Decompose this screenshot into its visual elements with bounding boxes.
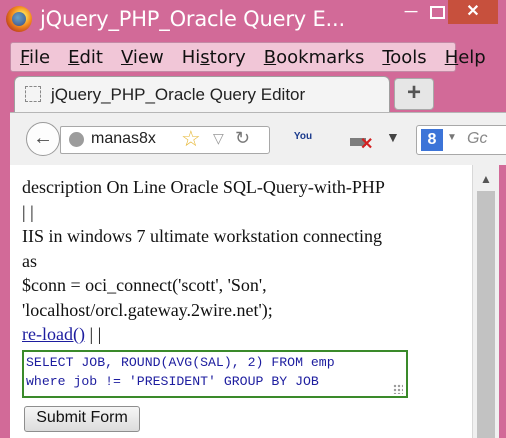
url-text: manas8x <box>91 130 156 147</box>
menu-history[interactable]: History <box>173 47 255 68</box>
window-title: jQuery_PHP_Oracle Query E... <box>40 7 345 31</box>
maximize-button[interactable] <box>426 0 448 24</box>
menu-view[interactable]: View <box>112 47 173 68</box>
toolbar-dropdown-icon[interactable]: ▼ <box>386 129 400 145</box>
description-line: description On Line Oracle SQL-Query-wit… <box>22 177 385 197</box>
search-placeholder: Gc <box>467 130 488 147</box>
environment-line-cont: as <box>22 250 37 271</box>
tab-query-editor[interactable]: jQuery_PHP_Oracle Query Editor <box>14 76 390 113</box>
menu-help[interactable]: Help <box>436 47 495 68</box>
submit-button[interactable]: Submit Form <box>24 406 140 432</box>
navigation-toolbar: ← manas8x ☆ ▽ ↻ You ✕ ▼ 8 ▼ Gc <box>10 112 506 165</box>
scroll-up-icon[interactable]: ▲ <box>473 169 499 189</box>
page-content: description On Line Oracle SQL-Query-wit… <box>10 165 472 438</box>
separator-line: | | <box>22 201 34 222</box>
new-tab-button[interactable]: + <box>394 78 434 110</box>
bookmark-star-icon[interactable]: ☆ <box>181 127 201 151</box>
search-engine-dropdown-icon[interactable]: ▼ <box>447 132 457 143</box>
minimize-button[interactable]: ─ <box>396 0 426 24</box>
search-box[interactable]: 8 ▼ Gc <box>416 125 506 155</box>
download-icon[interactable]: ✕ <box>346 124 374 153</box>
environment-line: IIS in windows 7 ultimate workstation co… <box>22 226 382 246</box>
globe-icon <box>69 132 84 147</box>
page-icon <box>25 86 41 102</box>
menu-bookmarks[interactable]: Bookmarks <box>255 47 374 68</box>
youtube-icon[interactable]: You <box>290 125 316 149</box>
connection-line-cont: 'localhost/orcl.gateway.2wire.net'); <box>22 299 273 320</box>
query-line-1: SELECT JOB, ROUND(AVG(SAL), 2) FROM emp <box>26 355 335 370</box>
menu-tools[interactable]: Tools <box>373 47 435 68</box>
close-button[interactable]: ✕ <box>448 0 498 24</box>
scroll-thumb[interactable] <box>477 191 495 438</box>
window-title-bar: jQuery_PHP_Oracle Query E... ─ ✕ <box>0 0 506 40</box>
reload-row: re-load() | | <box>22 322 462 347</box>
firefox-logo-icon <box>6 6 32 32</box>
url-bar[interactable]: manas8x ☆ ▽ ↻ <box>60 126 270 154</box>
back-button[interactable]: ← <box>26 122 60 156</box>
resize-grip-icon[interactable] <box>393 384 403 394</box>
vertical-scrollbar[interactable]: ▲ <box>472 165 499 438</box>
google-icon[interactable]: 8 <box>421 129 443 151</box>
tab-label: jQuery_PHP_Oracle Query Editor <box>51 85 306 104</box>
query-line-2: where job != 'PRESIDENT' GROUP BY JOB <box>26 373 319 389</box>
menu-bar: File Edit View History Bookmarks Tools H… <box>10 42 486 72</box>
reload-separator: | | <box>84 324 102 344</box>
description-text: description On Line Oracle SQL-Query-wit… <box>22 175 462 347</box>
reload-icon[interactable]: ↻ <box>235 128 250 149</box>
download-error-icon: ✕ <box>360 136 374 153</box>
connection-line: $conn = oci_connect('scott', 'Son', <box>22 275 267 295</box>
url-dropdown-icon[interactable]: ▽ <box>213 130 224 147</box>
menu-file[interactable]: File <box>11 47 59 68</box>
menu-edit[interactable]: Edit <box>59 47 112 68</box>
reload-link[interactable]: re-load() <box>22 324 85 344</box>
query-textarea[interactable]: SELECT JOB, ROUND(AVG(SAL), 2) FROM emp … <box>22 350 408 398</box>
